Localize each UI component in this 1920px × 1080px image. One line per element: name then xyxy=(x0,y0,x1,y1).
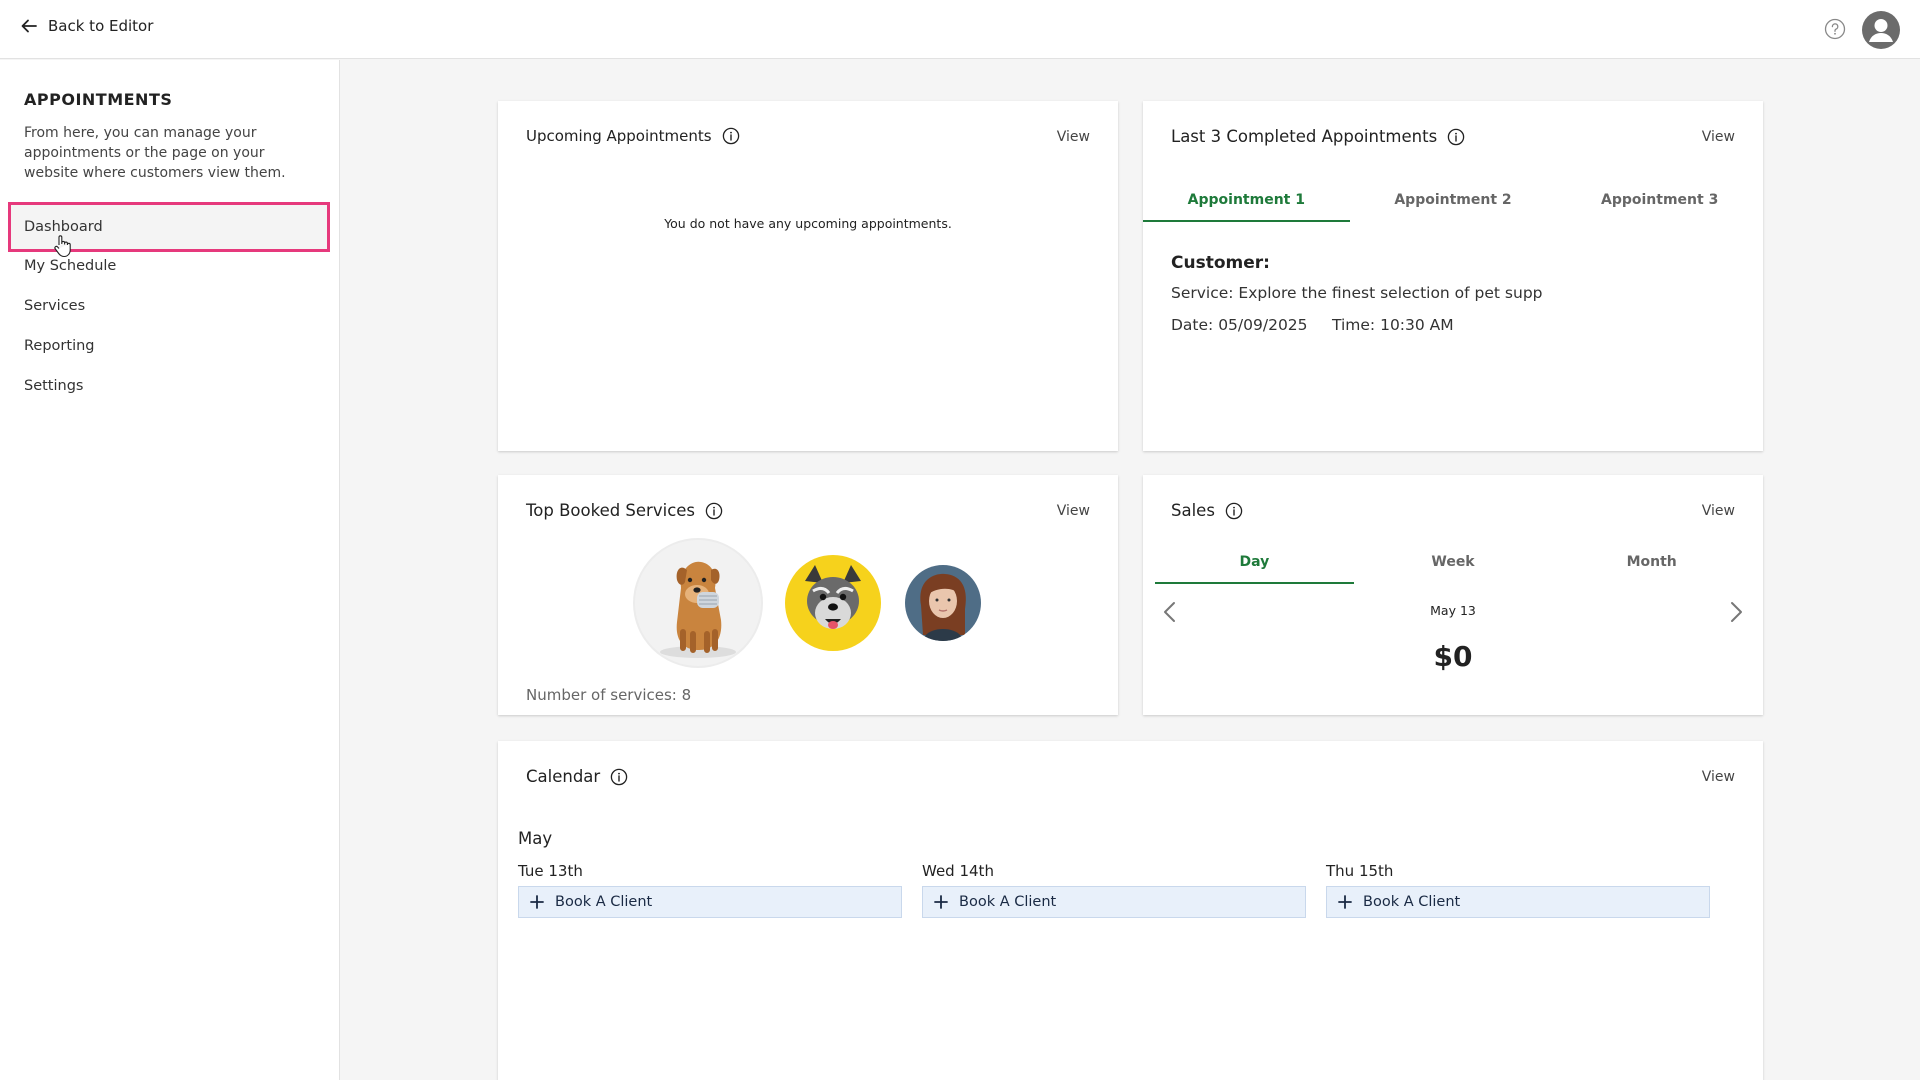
tab-appointment-1[interactable]: Appointment 1 xyxy=(1143,192,1350,222)
date-line: Date: 05/09/2025 xyxy=(1171,316,1308,334)
card-title-label: Top Booked Services xyxy=(526,501,696,520)
tab-day[interactable]: Day xyxy=(1155,554,1354,584)
info-icon[interactable] xyxy=(722,127,740,145)
sidebar-item-reporting[interactable]: Reporting xyxy=(24,338,95,354)
upcoming-appointments-card: Upcoming Appointments View You do not ha… xyxy=(498,101,1118,451)
calendar-month: May xyxy=(518,829,553,848)
book-client-label: Book A Client xyxy=(555,894,653,910)
hand-cursor-icon xyxy=(54,235,71,258)
back-to-editor-link[interactable]: Back to Editor xyxy=(20,17,153,35)
day-label: Tue 13th xyxy=(518,862,583,880)
tab-appointment-3[interactable]: Appointment 3 xyxy=(1556,192,1763,222)
calendar-title: Calendar xyxy=(526,767,628,786)
back-to-editor-label: Back to Editor xyxy=(48,17,154,35)
card-title-label: Last 3 Completed Appointments xyxy=(1171,127,1438,146)
plus-icon xyxy=(934,895,948,909)
sales-amount: $0 xyxy=(1433,640,1473,673)
sidebar-title: APPOINTMENTS xyxy=(24,90,173,109)
calendar-day-column: Thu 15th Book A Client xyxy=(1326,862,1710,918)
tab-week[interactable]: Week xyxy=(1354,554,1553,584)
info-icon[interactable] xyxy=(1225,502,1243,520)
info-icon[interactable] xyxy=(705,502,723,520)
sidebar: APPOINTMENTS From here, you can manage y… xyxy=(0,60,340,1080)
card-title-label: Upcoming Appointments xyxy=(526,127,712,145)
sales-title: Sales xyxy=(1171,501,1243,520)
person-portrait-icon xyxy=(920,573,966,641)
tab-month[interactable]: Month xyxy=(1552,554,1751,584)
sidebar-description: From here, you can manage your appointme… xyxy=(24,125,286,181)
view-sales-link[interactable]: View xyxy=(1702,503,1735,519)
card-title-label: Sales xyxy=(1171,501,1215,520)
service-line: Service: Explore the finest selection of… xyxy=(1171,284,1543,302)
customer-label: Customer: xyxy=(1171,253,1270,273)
view-calendar-link[interactable]: View xyxy=(1702,769,1735,785)
completed-appointments-card: Last 3 Completed Appointments View Appoi… xyxy=(1143,101,1763,451)
book-client-button[interactable]: Book A Client xyxy=(518,886,902,918)
service-image-dog-with-toy[interactable] xyxy=(635,540,761,666)
sidebar-item-settings[interactable]: Settings xyxy=(24,378,83,394)
view-top-services-link[interactable]: View xyxy=(1057,503,1090,519)
book-client-button[interactable]: Book A Client xyxy=(922,886,1306,918)
day-label: Thu 15th xyxy=(1326,862,1394,880)
sidebar-item-my-schedule[interactable]: My Schedule xyxy=(24,258,116,274)
book-client-label: Book A Client xyxy=(959,894,1057,910)
calendar-day-column: Wed 14th Book A Client xyxy=(922,862,1306,918)
plus-icon xyxy=(530,895,544,909)
sales-card: Sales View Day Week Month May 13 $0 xyxy=(1143,475,1763,715)
tab-appointment-2[interactable]: Appointment 2 xyxy=(1350,192,1557,222)
time-line: Time: 10:30 AM xyxy=(1332,316,1454,334)
book-client-button[interactable]: Book A Client xyxy=(1326,886,1710,918)
help-icon[interactable] xyxy=(1824,18,1846,40)
calendar-card: Calendar View May Tue 13th Book A Client… xyxy=(498,741,1763,1080)
card-title-label: Calendar xyxy=(526,767,601,786)
person-icon xyxy=(1869,19,1893,42)
day-label: Wed 14th xyxy=(922,862,994,880)
service-image-schnauzer[interactable] xyxy=(785,555,881,651)
sales-period-tabs: Day Week Month xyxy=(1155,554,1751,584)
services-count: Number of services: 8 xyxy=(526,686,692,704)
sales-date: May 13 xyxy=(1430,603,1476,618)
top-booked-services-title: Top Booked Services xyxy=(526,501,723,520)
empty-state-message: You do not have any upcoming appointment… xyxy=(664,216,952,231)
info-icon[interactable] xyxy=(1447,128,1465,146)
appointment-tabs: Appointment 1 Appointment 2 Appointment … xyxy=(1143,192,1763,222)
user-avatar[interactable] xyxy=(1862,11,1900,49)
plus-icon xyxy=(1338,895,1352,909)
view-completed-link[interactable]: View xyxy=(1702,129,1735,145)
view-upcoming-link[interactable]: View xyxy=(1057,129,1090,145)
service-image-person[interactable] xyxy=(905,565,981,641)
sidebar-item-label: Dashboard xyxy=(24,219,103,235)
calendar-day-column: Tue 13th Book A Client xyxy=(518,862,902,918)
sidebar-item-services[interactable]: Services xyxy=(24,298,85,314)
top-booked-services-card: Top Booked Services View Number of servi… xyxy=(498,475,1118,715)
dog-icon xyxy=(660,561,736,658)
dog-face-icon xyxy=(805,565,861,629)
upcoming-appointments-title: Upcoming Appointments xyxy=(526,127,740,145)
top-bar: Back to Editor xyxy=(0,0,1920,59)
completed-appointments-title: Last 3 Completed Appointments xyxy=(1171,127,1465,146)
info-icon[interactable] xyxy=(610,768,628,786)
book-client-label: Book A Client xyxy=(1363,894,1461,910)
arrow-left-icon xyxy=(21,19,37,33)
